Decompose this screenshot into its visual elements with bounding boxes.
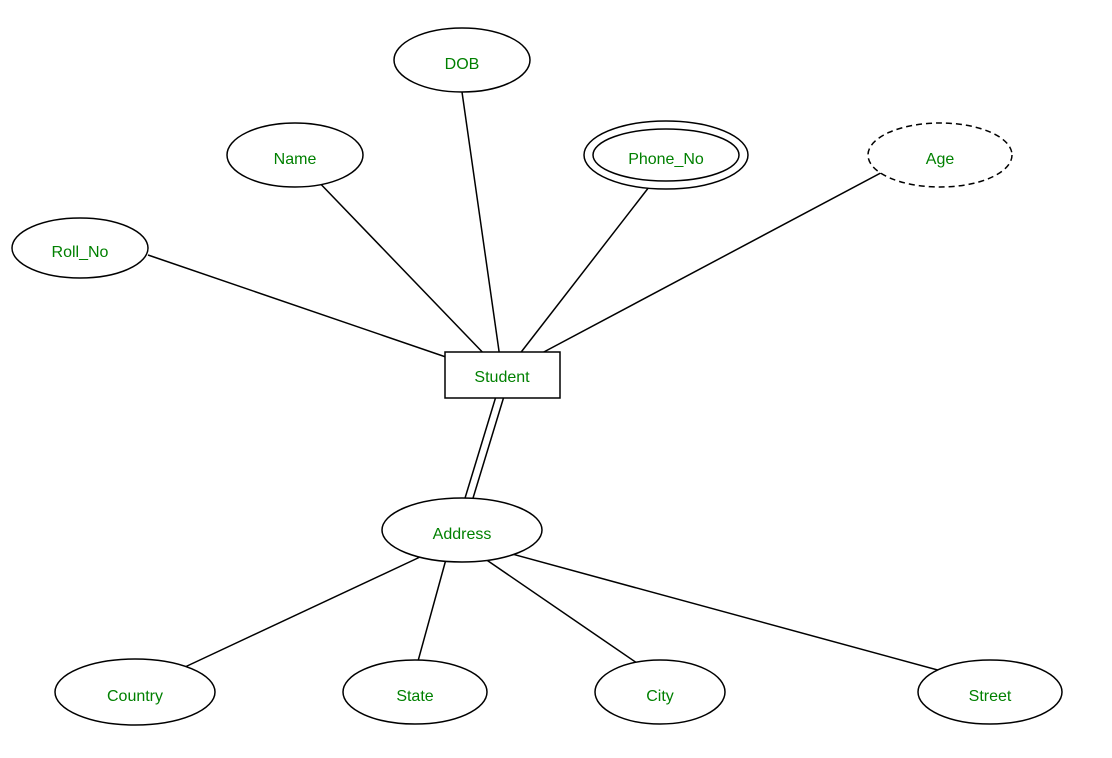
label-age: Age [926,151,955,168]
line-student-address-2 [470,393,505,508]
label-country: Country [107,688,163,705]
line-address-country [170,550,435,674]
line-student-age [525,168,890,362]
label-city: City [646,688,674,705]
line-student-dob [462,92,500,358]
label-street: Street [969,688,1012,705]
label-phone: Phone_No [628,151,704,168]
label-address: Address [433,526,492,543]
line-address-state [415,552,448,672]
label-state: State [396,688,433,705]
line-address-city [475,552,650,672]
line-student-name [312,175,490,360]
label-student: Student [474,369,530,386]
line-student-rollno [148,255,478,368]
label-name: Name [274,151,317,168]
line-student-phone [515,178,656,360]
line-address-street [490,548,945,672]
label-rollno: Roll_No [52,244,109,261]
line-student-address-1 [462,393,497,508]
er-diagram: DOB Name Phone_No Age Roll_No Student Ad… [0,0,1112,753]
label-dob: DOB [445,56,480,73]
